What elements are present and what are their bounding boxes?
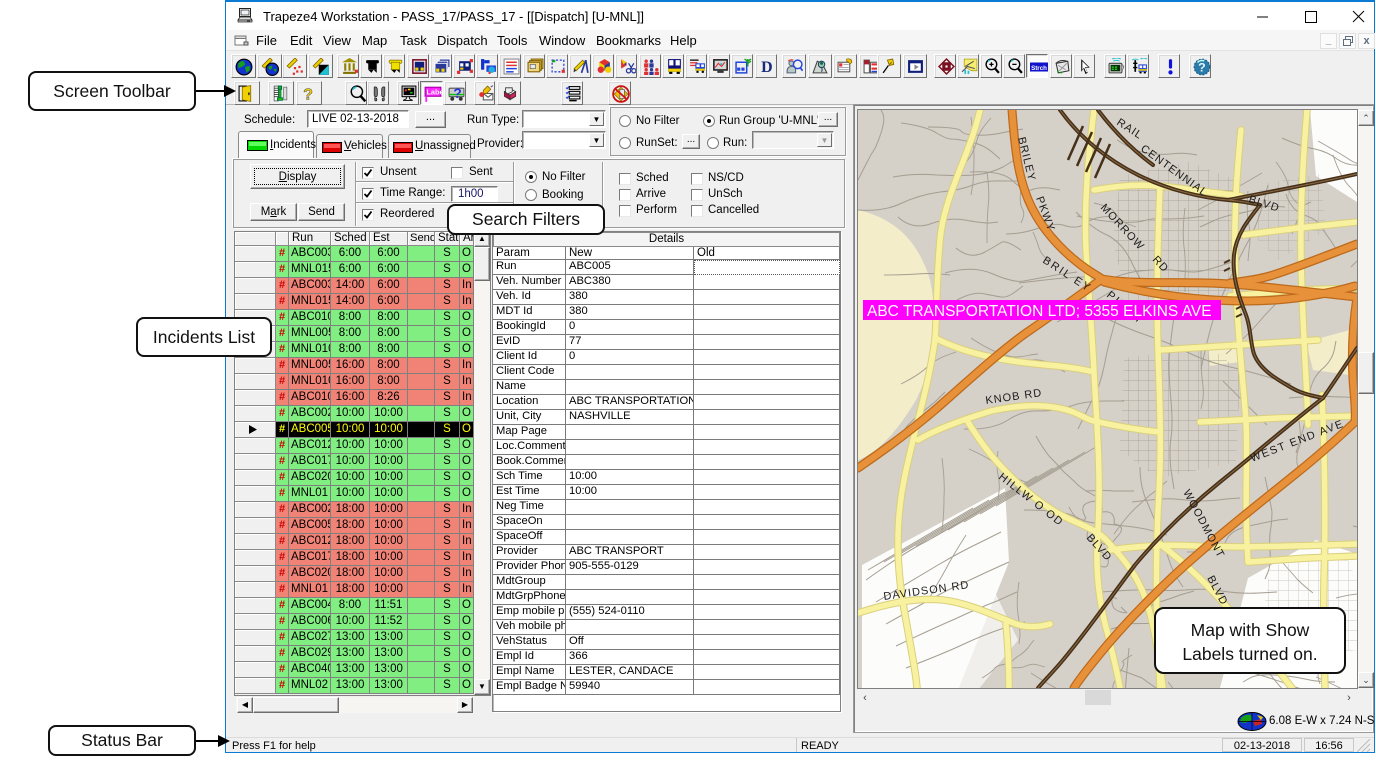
svg-text:ABC TRANSPORTATION LTD; 5355 E: ABC TRANSPORTATION LTD; 5355 ELKINS AVE bbox=[867, 303, 1212, 320]
svg-text:Strch: Strch bbox=[1031, 65, 1047, 72]
svg-text:D: D bbox=[761, 59, 773, 75]
svg-text:?: ? bbox=[303, 86, 313, 102]
svg-text:Label: Label bbox=[426, 88, 442, 97]
svg-text:?: ? bbox=[1198, 61, 1206, 75]
svg-text:?: ? bbox=[453, 85, 461, 101]
